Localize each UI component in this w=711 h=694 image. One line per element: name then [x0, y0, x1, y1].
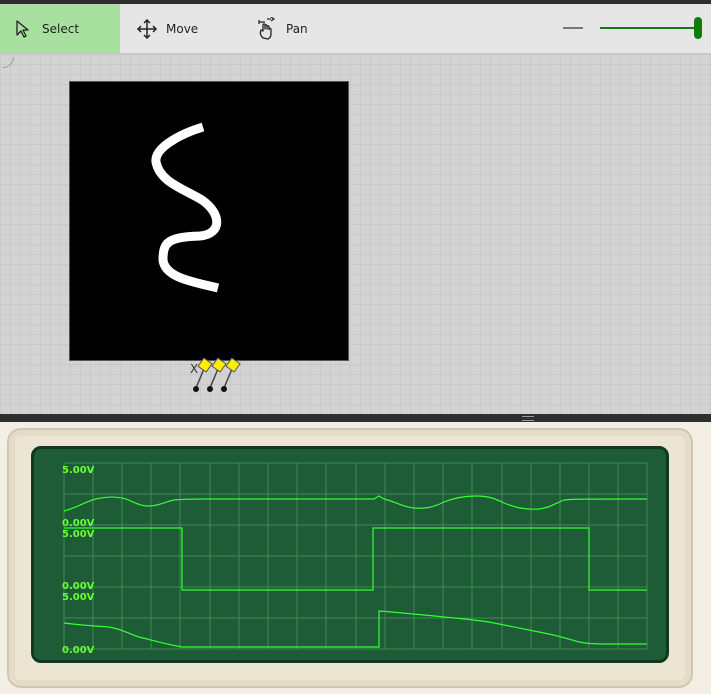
toolbar: Select Move Pan [0, 4, 711, 54]
channel-1-min-label: 0.00V [62, 518, 95, 529]
oscilloscope-screen: 5.00V 0.00V 5.00V 0.00V 5.00V 0.00V [31, 446, 669, 663]
display-drawing [151, 122, 222, 293]
channel-1-max-label: 5.00V [62, 465, 95, 476]
pixel-display-component[interactable] [69, 81, 349, 361]
oscilloscope-traces: 5.00V 0.00V 5.00V 0.00V 5.00V 0.00V [62, 462, 648, 656]
cursor-arrow-icon [12, 18, 34, 40]
zoom-slider-thumb[interactable] [694, 17, 702, 39]
channel-3-min-label: 0.00V [62, 645, 95, 656]
move-tool-button[interactable]: Move [136, 4, 198, 53]
channel-2-max-label: 5.00V [62, 529, 95, 540]
zoom-out-icon[interactable] [563, 27, 583, 29]
channel-2-min-label: 0.00V [62, 581, 95, 592]
select-tool-label: Select [42, 21, 80, 36]
move-tool-label: Move [166, 21, 199, 36]
channel-3-max-label: 5.00V [62, 592, 95, 603]
panel-splitter[interactable] [0, 414, 711, 422]
pan-tool-label: Pan [286, 21, 308, 36]
move-arrows-icon [136, 18, 158, 40]
hand-pan-icon [256, 16, 278, 40]
scope-grid [63, 462, 648, 650]
probe-connector[interactable]: X [186, 350, 250, 396]
splitter-grip-icon[interactable] [522, 416, 534, 421]
pan-tool-button[interactable]: Pan [256, 4, 308, 53]
select-tool-button[interactable]: Select [0, 4, 120, 53]
probe-label: X [190, 362, 198, 376]
zoom-slider-track[interactable] [600, 27, 698, 29]
